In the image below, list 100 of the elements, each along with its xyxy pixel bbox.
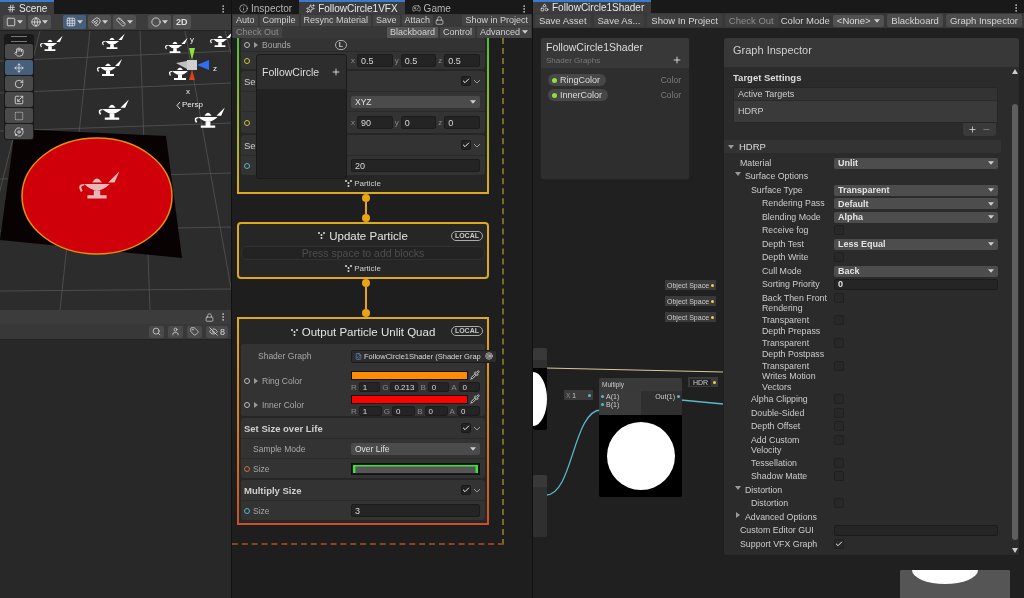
- block-checkbox[interactable]: [461, 485, 471, 495]
- foldout-label[interactable]: Distortion: [745, 484, 783, 495]
- chevron-icon[interactable]: [474, 426, 480, 431]
- property-pill[interactable]: InnerColor: [548, 89, 609, 101]
- caret-icon[interactable]: [988, 215, 994, 219]
- block-checkbox[interactable]: [461, 76, 471, 86]
- add-icon[interactable]: [672, 55, 682, 65]
- block-checkbox[interactable]: [461, 423, 471, 433]
- search-filter-button[interactable]: [149, 325, 164, 338]
- toolbar-menu[interactable]: Advanced: [476, 26, 531, 38]
- caret-icon[interactable]: [42, 20, 48, 24]
- property-pill[interactable]: RingColor: [548, 74, 607, 86]
- list-item[interactable]: HDRP: [734, 101, 997, 122]
- toolbar-button[interactable]: Blackboard: [386, 26, 438, 38]
- ruler-button[interactable]: [113, 15, 136, 29]
- scene-tab[interactable]: Scene: [0, 0, 55, 14]
- number-field[interactable]: 20: [351, 159, 480, 172]
- number-field[interactable]: 1: [358, 382, 381, 392]
- toolbar-button[interactable]: Blackboard: [887, 14, 943, 27]
- color-swatch[interactable]: [351, 394, 468, 404]
- scroll-up-icon[interactable]: [1011, 69, 1018, 74]
- foldout-icon[interactable]: [253, 402, 259, 408]
- editor-tab[interactable]: Inspector: [232, 0, 300, 14]
- toolbar-button[interactable]: Attach: [401, 14, 434, 26]
- transform-tool-button[interactable]: [5, 124, 33, 139]
- add-icon[interactable]: [331, 67, 341, 77]
- caret-icon[interactable]: [102, 20, 108, 24]
- number-field[interactable]: 0.5: [400, 54, 437, 67]
- number-field[interactable]: 0.5: [357, 54, 393, 67]
- foldout-icon[interactable]: [735, 171, 741, 177]
- color-swatch[interactable]: [351, 370, 468, 380]
- globe-button[interactable]: [28, 15, 51, 29]
- number-field[interactable]: 0: [456, 406, 480, 416]
- toolbar-button[interactable]: Control: [439, 26, 475, 38]
- number-field[interactable]: 0: [392, 406, 416, 416]
- chevron-icon[interactable]: [474, 488, 480, 493]
- editor-tab[interactable]: FollowCircle1VFX: [299, 0, 405, 14]
- add-icon[interactable]: [968, 125, 977, 134]
- toolbar-button[interactable]: Show in Project: [462, 14, 531, 26]
- toolbar-button[interactable]: Show In Project: [647, 14, 722, 27]
- lock-icon[interactable]: [435, 15, 445, 25]
- number-field[interactable]: 0: [424, 406, 448, 416]
- caret-icon[interactable]: [162, 20, 168, 24]
- number-field[interactable]: 0.5: [444, 54, 480, 67]
- toolbar-button[interactable]: Save As...: [593, 14, 645, 27]
- editor-tab[interactable]: FollowCircle1Shader: [533, 0, 652, 13]
- foldout-icon[interactable]: [728, 143, 734, 150]
- number-field[interactable]: 3: [351, 504, 480, 517]
- foldout-label[interactable]: HDRP: [739, 141, 766, 152]
- hidden-count-button[interactable]: 8: [206, 325, 228, 338]
- dropdown[interactable]: XYZ: [351, 95, 480, 108]
- number-field[interactable]: 1: [358, 406, 382, 416]
- move-tool-button[interactable]: [5, 60, 33, 75]
- dropdown[interactable]: Over Life: [351, 442, 480, 455]
- foldout-icon[interactable]: [253, 378, 259, 384]
- caret-icon[interactable]: [522, 30, 528, 34]
- toolbar-button[interactable]: Save: [373, 14, 400, 26]
- caret-icon[interactable]: [988, 161, 994, 165]
- target-icon[interactable]: [484, 352, 493, 360]
- eyedropper-icon[interactable]: [470, 394, 480, 404]
- grip-handle[interactable]: [11, 36, 27, 42]
- toolbar-button[interactable]: Graph Inspector: [945, 14, 1022, 27]
- grid-snap-button[interactable]: [63, 15, 86, 29]
- foldout-label[interactable]: Surface Options: [745, 171, 809, 182]
- curve-field[interactable]: [351, 462, 480, 475]
- draw-mode-button[interactable]: [3, 15, 26, 29]
- caret-icon[interactable]: [127, 20, 133, 24]
- editor-tab[interactable]: Game: [404, 0, 458, 14]
- dropdown[interactable]: Less Equal: [834, 238, 998, 250]
- rotate-tool-button[interactable]: [5, 76, 33, 91]
- dropdown[interactable]: Alpha: [834, 211, 998, 223]
- 2d-toggle-button[interactable]: 2D: [173, 15, 191, 29]
- caret-icon[interactable]: [988, 269, 994, 273]
- user-button[interactable]: [168, 325, 183, 338]
- caret-icon[interactable]: [77, 20, 83, 24]
- dropdown[interactable]: Transparent: [834, 184, 998, 196]
- projection-label[interactable]: Persp: [182, 100, 203, 109]
- hand-tool-button[interactable]: [5, 44, 33, 59]
- grid-button[interactable]: [88, 15, 111, 29]
- caret-icon[interactable]: [988, 242, 994, 246]
- lock-icon[interactable]: [205, 312, 214, 322]
- number-field[interactable]: 0: [458, 382, 480, 392]
- dropdown[interactable]: Unlit: [834, 157, 998, 169]
- chevron-icon[interactable]: [474, 143, 480, 148]
- scrollbar[interactable]: [1010, 67, 1019, 555]
- gizmo-button[interactable]: [148, 15, 171, 29]
- eyedropper-icon[interactable]: [470, 370, 480, 380]
- caret-icon[interactable]: [988, 201, 994, 206]
- number-field[interactable]: 0.213: [390, 382, 419, 392]
- chevron-icon[interactable]: [474, 79, 480, 84]
- foldout-icon[interactable]: [253, 41, 259, 48]
- foldout-icon[interactable]: [735, 484, 741, 491]
- color-mode-dropdown[interactable]: <None>: [832, 14, 885, 27]
- foldout-icon[interactable]: [735, 511, 741, 518]
- foldout-label[interactable]: Advanced Options: [745, 511, 817, 522]
- number-field[interactable]: 0: [400, 116, 437, 129]
- number-field[interactable]: 90: [357, 116, 393, 129]
- dropdown[interactable]: Default: [834, 198, 998, 209]
- rect-tool-button[interactable]: [5, 108, 33, 123]
- caret-icon[interactable]: [470, 99, 476, 104]
